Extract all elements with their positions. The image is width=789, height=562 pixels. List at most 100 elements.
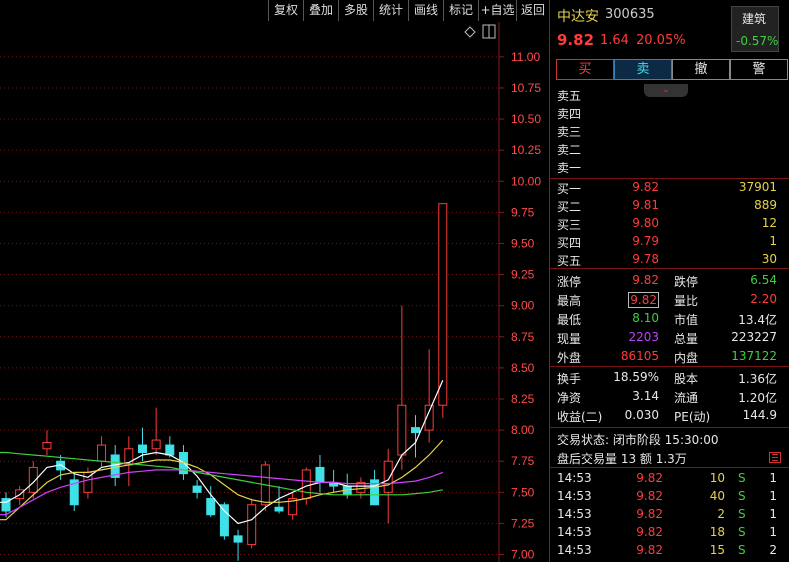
after-hours-volume: 盘后交易量 13 额 1.3万 xyxy=(557,452,687,466)
tick-volume: 2 xyxy=(717,507,725,521)
buy-level-label: 买四 xyxy=(557,236,582,250)
candle[interactable] xyxy=(260,461,270,511)
tick-price: 9.82 xyxy=(636,525,663,539)
candle[interactable] xyxy=(288,492,298,520)
quote-panel: 中达安 300635 9.82 1.64 20.05% 建筑 -0.57% 买 … xyxy=(549,0,789,562)
fundamental-label: PE(动) xyxy=(674,410,711,424)
collapse-chevron-icon[interactable]: ⌄ xyxy=(644,84,688,97)
stat-label: 外盘 xyxy=(557,351,582,365)
alert-button[interactable]: 警 xyxy=(730,59,788,80)
y-tick-label: 7.25 xyxy=(511,516,535,530)
y-tick-label: 10.00 xyxy=(511,174,541,188)
tick-count: 1 xyxy=(769,471,777,485)
toolbar-multi-stock-button[interactable]: 多股 xyxy=(338,0,373,21)
stat-value: 223227 xyxy=(731,330,777,344)
fundamental-label: 流通 xyxy=(674,391,699,405)
fundamental-value: 144.9 xyxy=(742,408,777,422)
tick-side: S xyxy=(738,471,746,485)
last-price: 9.82 xyxy=(557,31,595,49)
toolbar-fuquan-button[interactable]: 复权 xyxy=(268,0,303,21)
tick-time: 14:53 xyxy=(557,525,592,539)
buy-level-price: 9.80 xyxy=(632,216,659,230)
stat-label: 总量 xyxy=(674,332,699,346)
buy-level-price: 9.79 xyxy=(632,234,659,248)
diamond-icon[interactable] xyxy=(464,26,476,38)
fundamental-value: 1.36亿 xyxy=(738,372,777,386)
kline-chart[interactable]: 11.00 10.75 10.50 10.25 10.00 9.75 9.50 9.25 9.0… xyxy=(0,22,549,562)
toolbar-back-button[interactable]: 返回 xyxy=(516,0,549,21)
fundamental-label: 换手 xyxy=(557,372,582,386)
expand-icon[interactable] xyxy=(769,452,781,463)
stat-label: 最高 xyxy=(557,294,582,308)
stat-label: 量比 xyxy=(674,294,699,308)
candle[interactable] xyxy=(247,498,257,549)
toolbar-mark-button[interactable]: 标记 xyxy=(443,0,478,21)
y-tick-label: 9.25 xyxy=(511,268,535,282)
buy-level-volume: 1 xyxy=(769,234,777,248)
buy-level-price: 9.78 xyxy=(632,252,659,266)
chart-toolbar: 复权 叠加 多股 统计 画线 标记 +自选 返回 xyxy=(0,0,549,21)
tick-volume: 15 xyxy=(709,543,725,557)
toolbar-add-watchlist-button[interactable]: +自选 xyxy=(478,0,516,21)
buy-level-label: 买一 xyxy=(557,182,582,196)
tick-count: 1 xyxy=(769,489,777,503)
candle[interactable] xyxy=(192,479,202,499)
fundamental-label: 股本 xyxy=(674,372,699,386)
fundamental-label: 收益(二) xyxy=(557,410,603,424)
sell-level-label: 卖四 xyxy=(557,107,582,121)
candle[interactable] xyxy=(329,469,339,493)
tick-price: 9.82 xyxy=(636,507,663,521)
tick-side: S xyxy=(738,543,746,557)
sell-level-label: 卖三 xyxy=(557,125,582,139)
tick-count: 1 xyxy=(769,507,777,521)
tick-side: S xyxy=(738,507,746,521)
toolbar-draw-line-button[interactable]: 画线 xyxy=(408,0,443,21)
tick-count: 1 xyxy=(769,525,777,539)
trading-status: 交易状态: 闭市阶段 15:30:00 xyxy=(557,433,719,447)
tick-time: 14:53 xyxy=(557,471,592,485)
tick-count: 2 xyxy=(769,543,777,557)
buy-button[interactable]: 买 xyxy=(556,59,614,80)
y-tick-label: 10.75 xyxy=(511,81,541,95)
toolbar-overlay-button[interactable]: 叠加 xyxy=(303,0,338,21)
stat-value: 9.82 xyxy=(628,292,659,308)
stat-value: 137122 xyxy=(731,349,777,363)
sell-level-label: 卖五 xyxy=(557,89,582,103)
sector-box[interactable]: 建筑 -0.57% xyxy=(731,6,779,52)
tick-price: 9.82 xyxy=(636,489,663,503)
candle[interactable] xyxy=(315,454,325,493)
buy-level-price: 9.82 xyxy=(632,180,659,194)
stock-code: 300635 xyxy=(605,7,655,22)
candle[interactable] xyxy=(424,349,434,443)
fundamental-value: 3.14 xyxy=(632,389,659,403)
stat-label: 内盘 xyxy=(674,351,699,365)
candle[interactable] xyxy=(97,436,107,468)
price-change: 1.64 xyxy=(600,33,629,48)
sell-button[interactable]: 卖 xyxy=(614,59,672,80)
candle[interactable] xyxy=(397,305,407,470)
tick-price: 9.82 xyxy=(636,543,663,557)
stat-value: 6.54 xyxy=(750,273,777,287)
stat-label: 市值 xyxy=(674,313,699,327)
candle[interactable] xyxy=(151,407,161,455)
candle[interactable] xyxy=(383,448,393,524)
y-tick-label: 7.50 xyxy=(511,485,535,499)
y-tick-label: 9.00 xyxy=(511,299,535,313)
stat-value: 9.82 xyxy=(632,273,659,287)
sell-level-label: 卖一 xyxy=(557,161,582,175)
expand-panel-icon[interactable] xyxy=(482,24,496,39)
buy-level-label: 买五 xyxy=(557,254,582,268)
candle[interactable] xyxy=(42,430,52,455)
stat-value: 2.20 xyxy=(750,292,777,306)
candle[interactable] xyxy=(233,529,243,561)
stat-label: 最低 xyxy=(557,313,582,327)
cancel-order-button[interactable]: 撤 xyxy=(672,59,730,80)
buy-level-price: 9.81 xyxy=(632,198,659,212)
toolbar-stats-button[interactable]: 统计 xyxy=(373,0,408,21)
y-tick-label: 8.00 xyxy=(511,423,535,437)
stat-value: 13.4亿 xyxy=(738,313,777,327)
y-tick-label: 10.25 xyxy=(511,143,541,157)
candle[interactable] xyxy=(69,473,79,511)
y-tick-label: 8.25 xyxy=(511,392,535,406)
y-tick-label: 10.50 xyxy=(511,112,541,126)
